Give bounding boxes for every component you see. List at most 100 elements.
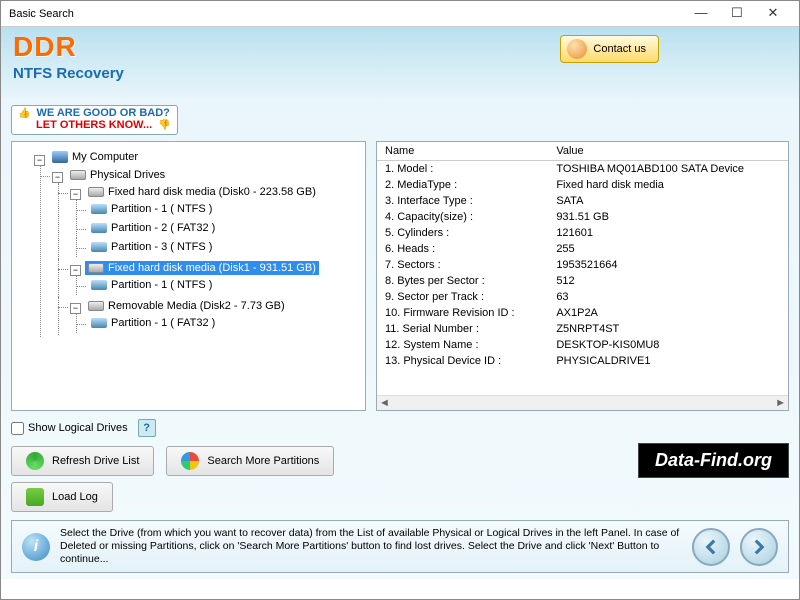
expand-toggle[interactable]: − (70, 265, 81, 276)
table-row[interactable]: 1. Model :TOSHIBA MQ01ABD100 SATA Device (377, 161, 788, 178)
table-row[interactable]: 12. System Name :DESKTOP-KIS0MU8 (377, 337, 788, 353)
search-icon (181, 452, 199, 470)
tree-partition[interactable]: Partition - 1 ( NTFS ) (88, 202, 215, 216)
properties-table: Name Value 1. Model :TOSHIBA MQ01ABD100 … (377, 142, 788, 369)
feedback-banner[interactable]: 👍 WE ARE GOOD OR BAD? LET OTHERS KNOW...… (11, 105, 178, 135)
tree-partition[interactable]: Partition - 1 ( FAT32 ) (88, 316, 218, 330)
prop-name: 11. Serial Number : (377, 321, 548, 337)
tree-partition[interactable]: Partition - 3 ( NTFS ) (88, 240, 215, 254)
site-brand: Data-Find.org (638, 443, 789, 478)
table-row[interactable]: 3. Interface Type :SATA (377, 193, 788, 209)
prop-value: Z5NRPT4ST (548, 321, 788, 337)
show-logical-input[interactable] (11, 422, 24, 435)
tree-my-computer[interactable]: My Computer (49, 150, 141, 164)
prop-value: 512 (548, 273, 788, 289)
feedback-line2: LET OTHERS KNOW... (36, 119, 152, 131)
tree-physical-drives[interactable]: Physical Drives (67, 168, 168, 182)
prop-value: PHYSICALDRIVE1 (548, 353, 788, 369)
prop-name: 13. Physical Device ID : (377, 353, 548, 369)
table-row[interactable]: 4. Capacity(size) :931.51 GB (377, 209, 788, 225)
table-row[interactable]: 8. Bytes per Sector :512 (377, 273, 788, 289)
show-logical-checkbox[interactable]: Show Logical Drives (11, 422, 128, 435)
back-button[interactable] (692, 528, 730, 566)
refresh-icon (26, 452, 44, 470)
prop-name: 12. System Name : (377, 337, 548, 353)
expand-toggle[interactable]: − (70, 303, 81, 314)
show-logical-label: Show Logical Drives (28, 422, 128, 434)
horizontal-scrollbar[interactable]: ◄► (377, 395, 788, 410)
prop-name: 2. MediaType : (377, 177, 548, 193)
prop-value: Fixed hard disk media (548, 177, 788, 193)
prop-value: 63 (548, 289, 788, 305)
properties-panel: Name Value 1. Model :TOSHIBA MQ01ABD100 … (376, 141, 789, 411)
prop-value: SATA (548, 193, 788, 209)
prop-value: DESKTOP-KIS0MU8 (548, 337, 788, 353)
load-icon (26, 488, 44, 506)
prop-name: 1. Model : (377, 161, 548, 178)
prop-name: 5. Cylinders : (377, 225, 548, 241)
disk-icon (88, 187, 104, 197)
footer-text: Select the Drive (from which you want to… (60, 527, 682, 566)
brand-logo: DDR (13, 31, 787, 63)
table-row[interactable]: 9. Sector per Track :63 (377, 289, 788, 305)
prop-value: 121601 (548, 225, 788, 241)
partition-icon (91, 223, 107, 233)
main-body: 👍 WE ARE GOOD OR BAD? LET OTHERS KNOW...… (1, 99, 799, 579)
partition-icon (91, 204, 107, 214)
partition-icon (91, 318, 107, 328)
disk-icon (88, 263, 104, 273)
prop-name: 10. Firmware Revision ID : (377, 305, 548, 321)
refresh-drive-list-button[interactable]: Refresh Drive List (11, 446, 154, 476)
search-more-partitions-button[interactable]: Search More Partitions (166, 446, 334, 476)
prop-name: 6. Heads : (377, 241, 548, 257)
table-row[interactable]: 11. Serial Number :Z5NRPT4ST (377, 321, 788, 337)
prop-value: AX1P2A (548, 305, 788, 321)
disk-icon (88, 301, 104, 311)
prop-value: 931.51 GB (548, 209, 788, 225)
app-subtitle: NTFS Recovery (13, 65, 787, 82)
contact-us-button[interactable]: Contact us (560, 35, 659, 63)
footer-bar: i Select the Drive (from which you want … (11, 520, 789, 573)
tree-disk0[interactable]: Fixed hard disk media (Disk0 - 223.58 GB… (85, 185, 319, 199)
next-button[interactable] (740, 528, 778, 566)
prop-value: TOSHIBA MQ01ABD100 SATA Device (548, 161, 788, 178)
tree-disk1-selected[interactable]: Fixed hard disk media (Disk1 - 931.51 GB… (85, 261, 319, 275)
table-row[interactable]: 6. Heads :255 (377, 241, 788, 257)
table-row[interactable]: 2. MediaType :Fixed hard disk media (377, 177, 788, 193)
load-log-button[interactable]: Load Log (11, 482, 113, 512)
info-icon: i (22, 533, 50, 561)
expand-toggle[interactable]: − (34, 155, 45, 166)
contact-avatar-icon (567, 39, 587, 59)
prop-value: 1953521664 (548, 257, 788, 273)
window-title: Basic Search (9, 8, 683, 20)
expand-toggle[interactable]: − (70, 189, 81, 200)
tree-partition[interactable]: Partition - 1 ( NTFS ) (88, 278, 215, 292)
expand-toggle[interactable]: − (52, 172, 63, 183)
table-row[interactable]: 7. Sectors :1953521664 (377, 257, 788, 273)
minimize-button[interactable]: — (683, 4, 719, 24)
table-row[interactable]: 5. Cylinders :121601 (377, 225, 788, 241)
prop-name: 8. Bytes per Sector : (377, 273, 548, 289)
tree-partition[interactable]: Partition - 2 ( FAT32 ) (88, 221, 218, 235)
table-row[interactable]: 13. Physical Device ID :PHYSICALDRIVE1 (377, 353, 788, 369)
close-button[interactable]: ✕ (755, 4, 791, 24)
prop-name: 4. Capacity(size) : (377, 209, 548, 225)
partition-icon (91, 280, 107, 290)
feedback-line1: WE ARE GOOD OR BAD? (36, 107, 169, 119)
help-button[interactable]: ? (138, 419, 156, 437)
maximize-button[interactable]: ☐ (719, 4, 755, 24)
col-value[interactable]: Value (548, 142, 788, 161)
computer-icon (52, 151, 68, 163)
table-row[interactable]: 10. Firmware Revision ID :AX1P2A (377, 305, 788, 321)
prop-value: 255 (548, 241, 788, 257)
titlebar: Basic Search — ☐ ✕ (1, 1, 799, 27)
tree-disk2[interactable]: Removable Media (Disk2 - 7.73 GB) (85, 299, 288, 313)
drive-icon (70, 170, 86, 180)
col-name[interactable]: Name (377, 142, 548, 161)
partition-icon (91, 242, 107, 252)
drive-tree[interactable]: −My Computer −Physical Drives −Fixed har… (11, 141, 366, 411)
prop-name: 9. Sector per Track : (377, 289, 548, 305)
prop-name: 3. Interface Type : (377, 193, 548, 209)
app-header: DDR NTFS Recovery Contact us (1, 27, 799, 99)
prop-name: 7. Sectors : (377, 257, 548, 273)
